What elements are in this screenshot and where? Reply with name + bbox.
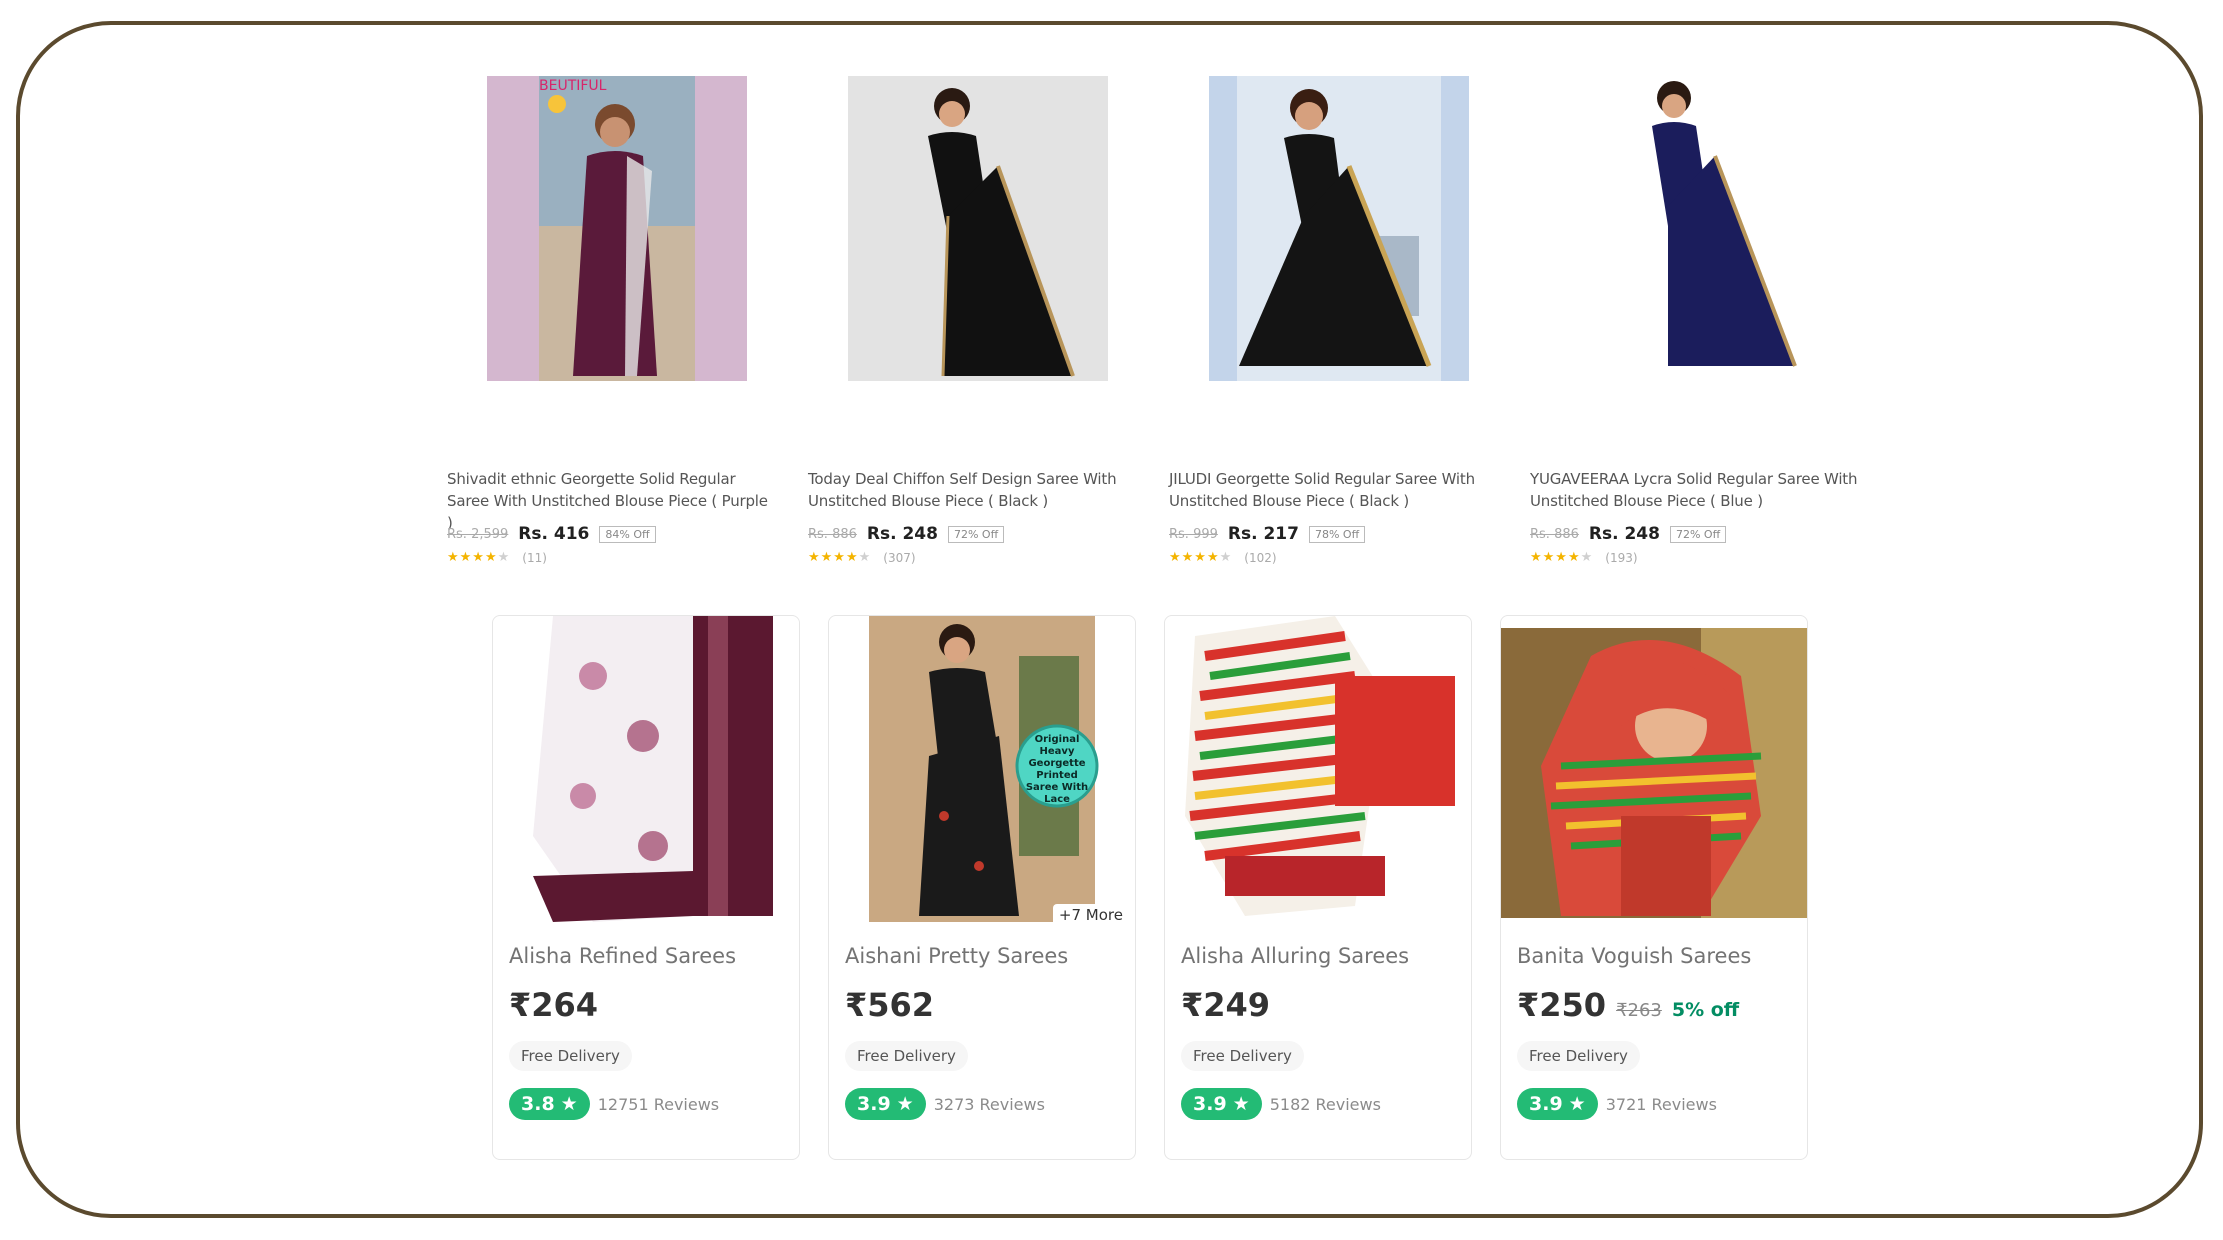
product-image[interactable]: [1209, 76, 1469, 381]
product-name[interactable]: Alisha Refined Sarees: [509, 944, 736, 968]
product-card[interactable]: Alisha Alluring Sarees ₹249 Free Deliver…: [1164, 615, 1472, 1160]
review-count: 3273 Reviews: [933, 1094, 1045, 1114]
review-count: (102): [1244, 550, 1277, 565]
mrp: Rs. 886: [808, 526, 857, 542]
price: ₹249: [1181, 986, 1271, 1024]
mrp: Rs. 886: [1530, 526, 1579, 542]
product-image[interactable]: [848, 76, 1108, 381]
star-rating: ★★★★★: [1530, 550, 1594, 565]
mrp: ₹263: [1616, 1000, 1662, 1021]
product-image[interactable]: Original Heavy Georgette Printed Saree W…: [829, 616, 1135, 922]
star-rating: ★★★★★: [808, 550, 872, 565]
review-count: (11): [522, 550, 547, 565]
rating-value: 3.9: [857, 1093, 891, 1115]
price: Rs. 416: [518, 524, 590, 544]
product-title[interactable]: YUGAVEERAA Lycra Solid Regular Saree Wit…: [1530, 468, 1860, 512]
star-rating: ★★★★★: [447, 550, 511, 565]
product-card[interactable]: BEUTIFUL Shivadit ethnic Georgette Solid…: [447, 76, 777, 576]
review-count: (307): [883, 550, 916, 565]
price: ₹250: [1517, 986, 1607, 1024]
product-card[interactable]: YUGAVEERAA Lycra Solid Regular Saree Wit…: [1530, 76, 1860, 576]
star-rating: ★★★★★: [1169, 550, 1233, 565]
price: ₹562: [845, 986, 935, 1024]
product-image[interactable]: BEUTIFUL: [487, 76, 747, 381]
product-card[interactable]: Alisha Refined Sarees ₹264 Free Delivery…: [492, 615, 800, 1160]
rating-badge: 3.9 ★: [1517, 1088, 1598, 1120]
star-icon: ★: [560, 1093, 578, 1115]
review-count: 5182 Reviews: [1269, 1094, 1381, 1114]
more-variants-tag[interactable]: +7 More: [1052, 904, 1129, 926]
rating-value: 3.9: [1529, 1093, 1563, 1115]
mrp: Rs. 2,599: [447, 526, 509, 542]
free-delivery-tag: Free Delivery: [1181, 1041, 1304, 1071]
discount-badge: 72% Off: [1669, 525, 1727, 543]
rating-value: 3.8: [521, 1093, 555, 1115]
discount-badge: 78% Off: [1308, 525, 1366, 543]
product-card[interactable]: Banita Voguish Sarees ₹250 ₹263 5% off F…: [1500, 615, 1808, 1160]
discount-badge: 72% Off: [947, 525, 1005, 543]
product-image[interactable]: [493, 616, 799, 922]
star-icon: ★: [1568, 1093, 1586, 1115]
free-delivery-tag: Free Delivery: [509, 1041, 632, 1071]
discount-badge: 84% Off: [599, 525, 656, 543]
rating-badge: 3.9 ★: [845, 1088, 926, 1120]
product-name[interactable]: Alisha Alluring Sarees: [1181, 944, 1409, 968]
review-count: 3721 Reviews: [1605, 1094, 1717, 1114]
product-title[interactable]: Today Deal Chiffon Self Design Saree Wit…: [808, 468, 1138, 512]
star-icon: ★: [1232, 1093, 1250, 1115]
product-image[interactable]: [1501, 616, 1807, 922]
image-overlay-text: BEUTIFUL: [539, 78, 607, 94]
price: Rs. 248: [866, 524, 938, 544]
product-name[interactable]: Banita Voguish Sarees: [1517, 944, 1751, 968]
product-card[interactable]: JILUDI Georgette Solid Regular Saree Wit…: [1169, 76, 1499, 576]
discount-text: 5% off: [1671, 999, 1740, 1021]
product-card[interactable]: Today Deal Chiffon Self Design Saree Wit…: [808, 76, 1138, 576]
product-card[interactable]: Original Heavy Georgette Printed Saree W…: [828, 615, 1136, 1160]
rating-badge: 3.9 ★: [1181, 1088, 1262, 1120]
product-image[interactable]: [1570, 76, 1830, 381]
review-count: (193): [1605, 550, 1638, 565]
product-image[interactable]: [1165, 616, 1471, 922]
free-delivery-tag: Free Delivery: [1517, 1041, 1640, 1071]
mrp: Rs. 999: [1169, 526, 1218, 542]
price: Rs. 217: [1227, 524, 1299, 544]
product-title[interactable]: JILUDI Georgette Solid Regular Saree Wit…: [1169, 468, 1499, 512]
rating-value: 3.9: [1193, 1093, 1227, 1115]
price: Rs. 248: [1588, 524, 1660, 544]
free-delivery-tag: Free Delivery: [845, 1041, 968, 1071]
review-count: 12751 Reviews: [597, 1094, 720, 1114]
product-name[interactable]: Aishani Pretty Sarees: [845, 944, 1068, 968]
price: ₹264: [509, 986, 599, 1024]
star-icon: ★: [896, 1093, 914, 1115]
promo-badge-text: Original Heavy Georgette Printed Saree W…: [1025, 734, 1089, 805]
rating-badge: 3.8 ★: [509, 1088, 590, 1120]
